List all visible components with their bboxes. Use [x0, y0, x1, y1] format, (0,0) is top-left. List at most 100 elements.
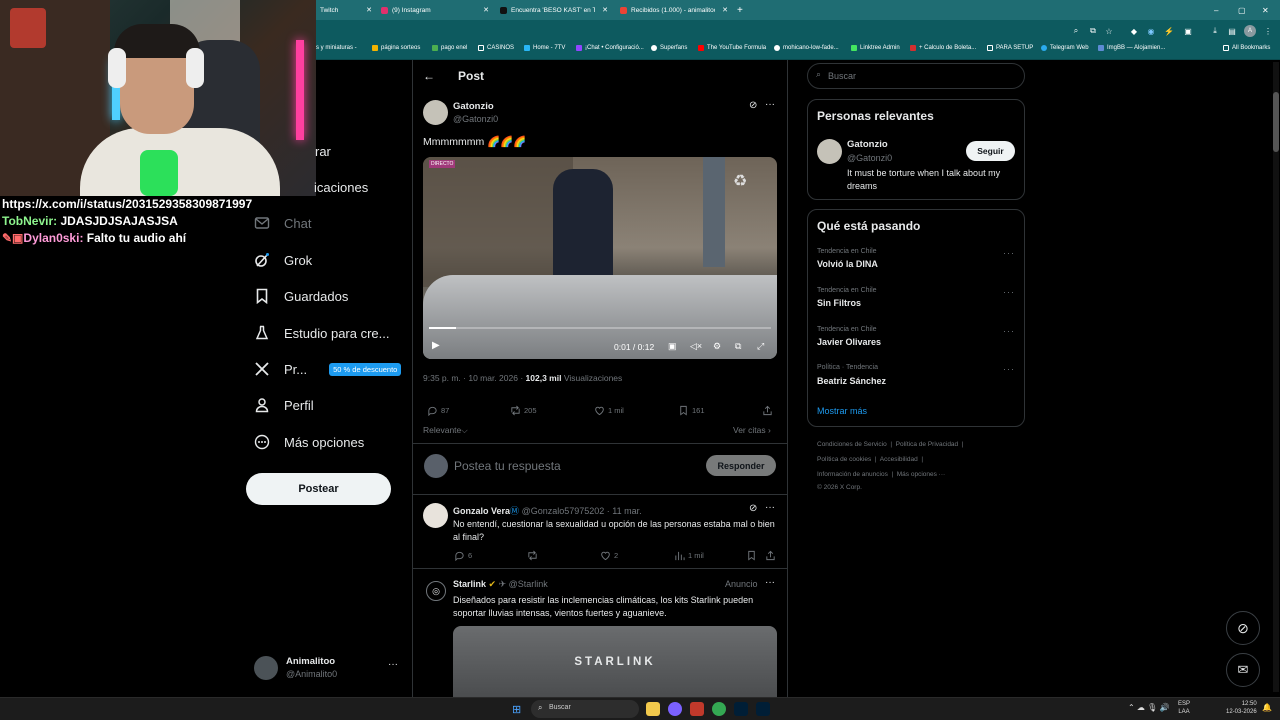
- author-avatar[interactable]: [423, 100, 448, 125]
- taskbar-search[interactable]: ⌕ Buscar: [531, 700, 639, 718]
- play-icon[interactable]: ▶: [432, 340, 440, 351]
- like-button[interactable]: 1 mil: [594, 405, 624, 416]
- bookmark-item[interactable]: Linktree Admin: [851, 45, 900, 51]
- sidepanel-icon[interactable]: ▤: [1226, 25, 1238, 37]
- windows-start-icon[interactable]: ⊞: [512, 703, 521, 716]
- trend-title[interactable]: Beatriz Sánchez: [817, 376, 886, 386]
- relevant-handle[interactable]: @Gatonzi0: [847, 153, 892, 163]
- grok-icon[interactable]: ⊘: [749, 100, 757, 111]
- account-menu-button[interactable]: ···: [388, 659, 398, 670]
- close-icon[interactable]: ✕: [722, 6, 728, 14]
- sidebar-item-premium[interactable]: Pr... 50 % de descuento: [254, 355, 402, 383]
- quotes-link[interactable]: Ver citas ›: [733, 425, 771, 435]
- reply-author[interactable]: Gonzalo Vera: [453, 506, 510, 516]
- bookmark-item[interactable]: + Calculo de Boleta...: [910, 45, 976, 51]
- bookmark-item[interactable]: ¡Chat • Configuració...: [576, 45, 644, 51]
- bookmark-button[interactable]: 161: [678, 405, 705, 416]
- reply-input[interactable]: Postea tu respuesta: [454, 459, 561, 473]
- zoom-icon[interactable]: ⌕: [1070, 25, 1082, 37]
- scrollbar[interactable]: [1273, 62, 1279, 692]
- extension-icon[interactable]: ◉: [1145, 25, 1157, 37]
- fullscreen-icon[interactable]: ⤢: [757, 341, 764, 352]
- more-icon[interactable]: ···: [1003, 326, 1015, 336]
- like-button[interactable]: 2: [600, 550, 618, 561]
- follow-button[interactable]: Seguir: [966, 141, 1015, 161]
- post-button[interactable]: Postear: [246, 473, 391, 505]
- relevant-avatar[interactable]: [817, 139, 842, 164]
- file-explorer-icon[interactable]: [646, 702, 660, 716]
- close-icon[interactable]: ✕: [483, 6, 489, 14]
- trend-title[interactable]: Javier Olivares: [817, 337, 881, 347]
- bookmark-item[interactable]: Home - 7TV: [524, 45, 565, 51]
- more-icon[interactable]: ···: [765, 577, 775, 588]
- reply-button[interactable]: 87: [427, 405, 449, 416]
- bookmark-item[interactable]: s y miniaturas -: [316, 45, 357, 51]
- bookmark-star-icon[interactable]: ☆: [1103, 25, 1115, 37]
- views-button[interactable]: 1 mil: [674, 550, 704, 561]
- photoshop-icon[interactable]: [756, 702, 770, 716]
- extension-icon[interactable]: ⚡: [1163, 25, 1175, 37]
- bookmark-item[interactable]: Superfans: [651, 45, 687, 51]
- relevant-name[interactable]: Gatonzio: [847, 139, 888, 150]
- author-handle[interactable]: @Gatonzi0: [453, 114, 498, 124]
- share-button[interactable]: [765, 550, 776, 561]
- reply-button[interactable]: 6: [454, 550, 472, 561]
- repost-button[interactable]: [527, 550, 538, 561]
- bookmark-folder[interactable]: CASINOS: [478, 45, 514, 51]
- bookmark-item[interactable]: página sorteos: [372, 45, 420, 51]
- tab-gmail[interactable]: Recibidos (1.000) - animalitoo... ✕: [620, 3, 728, 17]
- captions-icon[interactable]: ▣: [668, 341, 677, 352]
- show-more-link[interactable]: Mostrar más: [817, 406, 867, 416]
- more-icon[interactable]: ···: [1003, 364, 1015, 374]
- tab-tiktok[interactable]: Encuentra 'BESO KAST' en TikTok ✕: [500, 3, 608, 17]
- download-icon[interactable]: ⤓: [1209, 25, 1221, 37]
- bookmark-item[interactable]: ImgBB — Alojamien...: [1098, 45, 1165, 51]
- tab-instagram[interactable]: (9) Instagram ✕: [381, 3, 489, 17]
- more-icon[interactable]: ···: [765, 502, 775, 513]
- profile-avatar[interactable]: A: [1244, 25, 1256, 37]
- more-icon[interactable]: ···: [1003, 248, 1015, 258]
- sort-dropdown[interactable]: Relevante⌵: [423, 425, 468, 436]
- window-close-icon[interactable]: ✕: [1262, 3, 1269, 17]
- starlink-avatar[interactable]: ◎: [426, 581, 446, 601]
- sidebar-item-chat[interactable]: Chat: [254, 209, 311, 237]
- premiere-icon[interactable]: [734, 702, 748, 716]
- tray-icons[interactable]: ⌃ ☁ 🎙 🔊: [1128, 703, 1170, 712]
- mute-icon[interactable]: ◁×: [690, 341, 702, 352]
- grok-float-icon[interactable]: ⊘: [1226, 611, 1260, 645]
- all-bookmarks[interactable]: All Bookmarks: [1223, 45, 1270, 51]
- sidebar-item-creator-studio[interactable]: Estudio para cre...: [254, 319, 390, 347]
- sidebar-item-explore[interactable]: rar: [315, 144, 331, 159]
- messages-float-icon[interactable]: ✉: [1226, 653, 1260, 687]
- tab-twitch[interactable]: Twitch ✕: [320, 3, 372, 17]
- settings-icon[interactable]: ⚙: [713, 341, 721, 352]
- browser-menu-icon[interactable]: ⋮: [1262, 25, 1274, 37]
- bookmark-item[interactable]: The YouTube Formula: [698, 45, 766, 51]
- install-app-icon[interactable]: ⧉: [1087, 25, 1099, 37]
- author-name[interactable]: Gatonzio: [453, 101, 494, 112]
- extensions-puzzle-icon[interactable]: ▣: [1182, 25, 1194, 37]
- extension-icon[interactable]: ◆: [1128, 25, 1140, 37]
- chrome-icon[interactable]: [712, 702, 726, 716]
- sidebar-item-notifications[interactable]: icaciones: [314, 180, 368, 195]
- trend-title[interactable]: Volvió la DINA: [817, 259, 878, 269]
- share-button[interactable]: [762, 405, 773, 416]
- account-avatar[interactable]: [254, 656, 278, 680]
- new-tab-button[interactable]: +: [737, 3, 743, 17]
- trend-title[interactable]: Sin Filtros: [817, 298, 861, 308]
- app-icon[interactable]: [668, 702, 682, 716]
- bookmark-item[interactable]: pago enel: [432, 45, 467, 51]
- bookmark-item[interactable]: mohicano-low-fade...: [774, 45, 839, 51]
- ad-media[interactable]: STARLINK: [453, 626, 777, 697]
- bookmark-item[interactable]: Telegram Web: [1041, 45, 1089, 51]
- more-icon[interactable]: ···: [765, 99, 775, 110]
- more-icon[interactable]: ···: [1003, 287, 1015, 297]
- language-indicator[interactable]: ESP LAA: [1178, 700, 1190, 716]
- video-progress-track[interactable]: [429, 327, 771, 329]
- minimize-icon[interactable]: –: [1214, 3, 1218, 17]
- back-arrow-icon[interactable]: ←: [423, 69, 435, 83]
- maximize-icon[interactable]: ▢: [1238, 3, 1246, 17]
- reply-avatar[interactable]: [423, 503, 448, 528]
- video-player[interactable]: DIRECTO ♻ ▶ 0:01 / 0:12 ▣ ◁× ⚙ ⧉ ⤢: [423, 157, 777, 359]
- clock[interactable]: 12:50 12-03-2026: [1226, 700, 1257, 716]
